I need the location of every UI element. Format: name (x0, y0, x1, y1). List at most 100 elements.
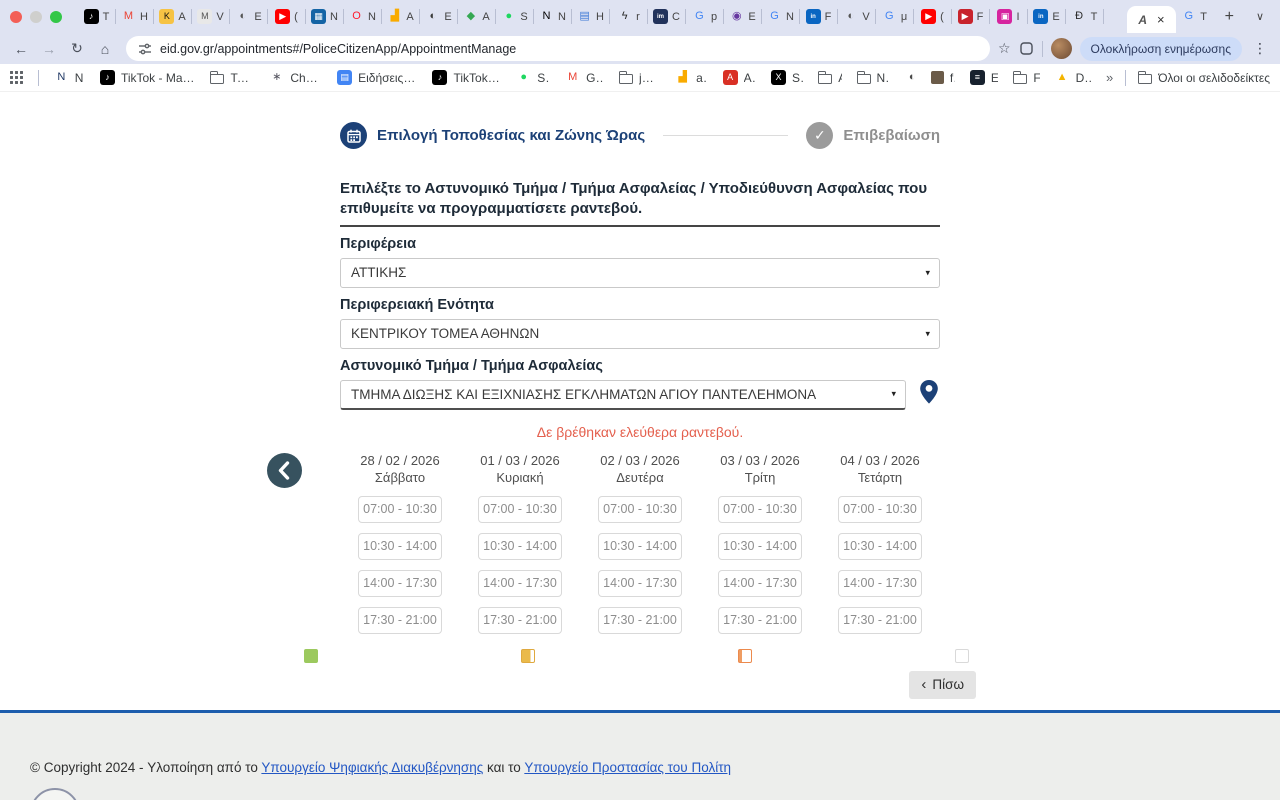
bookmark-item[interactable]: ∗ChatGPT (269, 70, 322, 85)
browser-tab[interactable]: ▣I (990, 0, 1027, 33)
time-slot-button[interactable]: 17:30 - 21:00 (838, 607, 922, 634)
time-slot-button[interactable]: 17:30 - 21:00 (478, 607, 562, 634)
time-slot-button[interactable]: 07:00 - 10:30 (838, 496, 922, 523)
region-select[interactable]: ΑΤΤΙΚΗΣ ▾ (340, 258, 940, 288)
browser-tab[interactable]: ϟr (610, 0, 647, 33)
browser-tab[interactable]: ◐E (230, 0, 267, 33)
time-slot-button[interactable]: 07:00 - 10:30 (358, 496, 442, 523)
police-station-select[interactable]: ΤΜΗΜΑ ΔΙΩΞΗΣ ΚΑΙ ΕΞΙΧΝΙΑΣΗΣ ΕΓΚΛΗΜΑΤΩΝ Α… (340, 380, 906, 410)
reload-icon[interactable]: ↻ (64, 40, 90, 57)
browser-tab[interactable]: ▟A (382, 0, 419, 33)
close-tab-icon[interactable]: × (1157, 12, 1165, 27)
bookmark-item[interactable]: FY (1013, 71, 1039, 85)
browser-tab[interactable]: Gμ (876, 0, 913, 33)
bookmark-item[interactable]: AI (818, 71, 841, 85)
time-slot-button[interactable]: 07:00 - 10:30 (598, 496, 682, 523)
browser-tab[interactable]: ◆A (458, 0, 495, 33)
active-browser-tab[interactable]: A × (1127, 6, 1175, 33)
forward-icon[interactable]: → (36, 41, 62, 57)
browser-tab[interactable]: ▤H (572, 0, 609, 33)
bookmark-item[interactable]: MGmail (565, 70, 604, 85)
browser-tab[interactable]: ▦N (306, 0, 343, 33)
apps-grid-icon[interactable] (10, 71, 23, 84)
time-slot-button[interactable]: 10:30 - 14:00 (838, 533, 922, 560)
browser-tab[interactable]: ◐E (420, 0, 457, 33)
browser-tab[interactable]: ÐT (1066, 0, 1103, 33)
profile-avatar[interactable] (1051, 38, 1072, 59)
location-pin-icon[interactable] (918, 379, 940, 405)
bookmark-item[interactable]: ▲Drive (1055, 70, 1091, 85)
time-slot-button[interactable]: 17:30 - 21:00 (358, 607, 442, 634)
browser-tab[interactable]: ♪T (78, 0, 115, 33)
bookmark-item[interactable]: ●Spot (516, 70, 550, 85)
close-window-button[interactable] (10, 11, 22, 23)
all-bookmarks-folder[interactable]: Όλοι οι σελιδοδείκτες (1138, 71, 1270, 85)
browser-toolbar: ← → ↻ ⌂ eid.gov.gr/appointments#/PoliceC… (0, 33, 1280, 64)
time-slot-button[interactable]: 07:00 - 10:30 (718, 496, 802, 523)
browser-menu-icon[interactable]: ⋮ (1250, 40, 1270, 57)
browser-tab[interactable]: KA (154, 0, 191, 33)
browser-tab-google[interactable]: G T (1176, 0, 1213, 33)
window-controls (10, 11, 62, 23)
browser-tab[interactable]: Gp (686, 0, 723, 33)
time-slot-button[interactable]: 10:30 - 14:00 (598, 533, 682, 560)
bookmark-item[interactable]: AAPE (723, 70, 756, 85)
time-slot-button[interactable]: 14:00 - 17:30 (838, 570, 922, 597)
address-bar[interactable]: eid.gov.gr/appointments#/PoliceCitizenAp… (126, 36, 990, 61)
tab-search-chevron-icon[interactable]: ∨ (1246, 10, 1274, 23)
time-slot-button[interactable]: 10:30 - 14:00 (478, 533, 562, 560)
browser-tab[interactable]: imC (648, 0, 685, 33)
bookmark-item[interactable]: judoka (619, 71, 660, 85)
bookmark-item[interactable]: TANEA (210, 71, 254, 85)
regional-unit-select[interactable]: ΚΕΝΤΡΙΚΟΥ ΤΟΜΕΑ ΑΘΗΝΩΝ ▾ (340, 319, 940, 349)
extensions-icon[interactable] (1019, 41, 1034, 56)
home-icon[interactable]: ⌂ (92, 41, 118, 57)
time-slot-button[interactable]: 07:00 - 10:30 (478, 496, 562, 523)
browser-tab[interactable]: ▶F (952, 0, 989, 33)
time-slot-button[interactable]: 14:00 - 17:30 (358, 570, 442, 597)
browser-tab[interactable]: MV (192, 0, 229, 33)
bookmark-item[interactable]: ≡EO (970, 70, 998, 85)
browser-tab[interactable]: ON (344, 0, 381, 33)
bookmarks-overflow-icon[interactable]: » (1106, 70, 1113, 85)
ministry-digital-governance-link[interactable]: Υπουργείο Ψηφιακής Διακυβέρνησης (261, 760, 483, 775)
bookmark-item[interactable]: XS+T (771, 70, 803, 85)
bookmark-item[interactable]: ▤Ειδήσεις Google (337, 70, 417, 85)
time-slot-button[interactable]: 17:30 - 21:00 (598, 607, 682, 634)
browser-tab[interactable]: ◉E (724, 0, 761, 33)
browser-tab[interactable]: ▶( (268, 0, 305, 33)
browser-tab[interactable]: ▶( (914, 0, 951, 33)
time-slot-button[interactable]: 10:30 - 14:00 (718, 533, 802, 560)
time-slot-button[interactable]: 14:00 - 17:30 (478, 570, 562, 597)
url-text[interactable]: eid.gov.gr/appointments#/PoliceCitizenAp… (160, 42, 516, 56)
minimize-window-button[interactable] (30, 11, 42, 23)
time-slot-button[interactable]: 10:30 - 14:00 (358, 533, 442, 560)
availability-calendar: 28 / 02 / 2026Σάββατο07:00 - 10:3010:30 … (340, 453, 940, 634)
browser-tab[interactable]: ◐V (838, 0, 875, 33)
browser-tab[interactable]: inF (800, 0, 837, 33)
ministry-citizen-protection-link[interactable]: Υπουργείο Προστασίας του Πολίτη (524, 760, 731, 775)
bookmark-item[interactable]: ▟anal (675, 70, 707, 85)
browser-tab[interactable]: NN (534, 0, 571, 33)
bookmark-item[interactable]: ♪TikTok Studio (432, 70, 501, 85)
back-icon[interactable]: ← (8, 41, 34, 57)
previous-week-button[interactable] (267, 453, 302, 488)
bookmark-item[interactable]: ◐ (905, 70, 916, 85)
bookmark-item[interactable]: fut (931, 71, 955, 85)
browser-tab[interactable]: ●S (496, 0, 533, 33)
browser-tab[interactable]: GN (762, 0, 799, 33)
site-settings-icon[interactable] (138, 42, 152, 56)
time-slot-button[interactable]: 17:30 - 21:00 (718, 607, 802, 634)
bookmark-item[interactable]: NΝέα (54, 70, 85, 85)
time-slot-button[interactable]: 14:00 - 17:30 (598, 570, 682, 597)
bookmark-item[interactable]: ♪TikTok - Make You... (100, 70, 196, 85)
back-button[interactable]: ‹ Πίσω (909, 671, 976, 699)
time-slot-button[interactable]: 14:00 - 17:30 (718, 570, 802, 597)
browser-tab[interactable]: MH (116, 0, 153, 33)
bookmark-star-icon[interactable]: ☆ (998, 40, 1011, 57)
chrome-update-button[interactable]: Ολοκλήρωση ενημέρωσης (1080, 37, 1242, 61)
browser-tab[interactable]: inE (1028, 0, 1065, 33)
new-tab-button[interactable]: + (1213, 8, 1246, 26)
bookmark-item[interactable]: Next (857, 71, 890, 85)
zoom-window-button[interactable] (50, 11, 62, 23)
